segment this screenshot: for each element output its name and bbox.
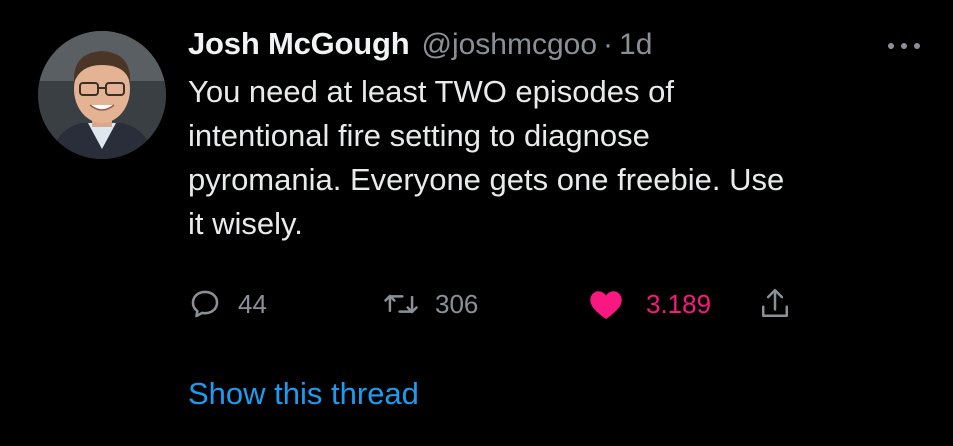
tweet-text-line: You need at least TWO episodes of (188, 74, 674, 109)
more-button[interactable] (884, 34, 924, 58)
tweet-header: Josh McGough @joshmcgoo · 1d (188, 26, 652, 70)
avatar[interactable] (38, 31, 166, 159)
header-separator: · (603, 28, 614, 61)
tweet: Josh McGough @joshmcgoo · 1d You need at… (0, 0, 953, 446)
show-thread-link[interactable]: Show this thread (188, 376, 419, 412)
share-button[interactable] (758, 282, 792, 326)
share-icon (761, 288, 789, 318)
reply-icon (191, 290, 219, 318)
like-count: 3.189 (646, 288, 712, 319)
avatar-image (38, 31, 166, 159)
author-display-name[interactable]: Josh McGough (188, 26, 410, 62)
author-handle[interactable]: @joshmcgoo (422, 28, 598, 62)
tweet-text-line: it wisely. (188, 206, 303, 241)
retweet-icon (384, 294, 418, 314)
like-button[interactable]: 3.189 (588, 282, 711, 326)
tweet-text-line: intentional fire setting to diagnose (188, 118, 650, 153)
tweet-text: You need at least TWO episodes of intent… (188, 70, 928, 246)
more-icon (888, 43, 920, 49)
heart-icon (590, 291, 622, 319)
tweet-text-line: pyromania. Everyone gets one freebie. Us… (188, 162, 785, 197)
reply-button[interactable]: 44 (188, 282, 267, 326)
tweet-timestamp[interactable]: 1d (619, 28, 652, 62)
retweet-button[interactable]: 306 (383, 282, 478, 326)
tweet-actions: 44 306 3.189 (188, 282, 828, 326)
retweet-count: 306 (435, 288, 479, 319)
reply-count: 44 (238, 288, 267, 319)
